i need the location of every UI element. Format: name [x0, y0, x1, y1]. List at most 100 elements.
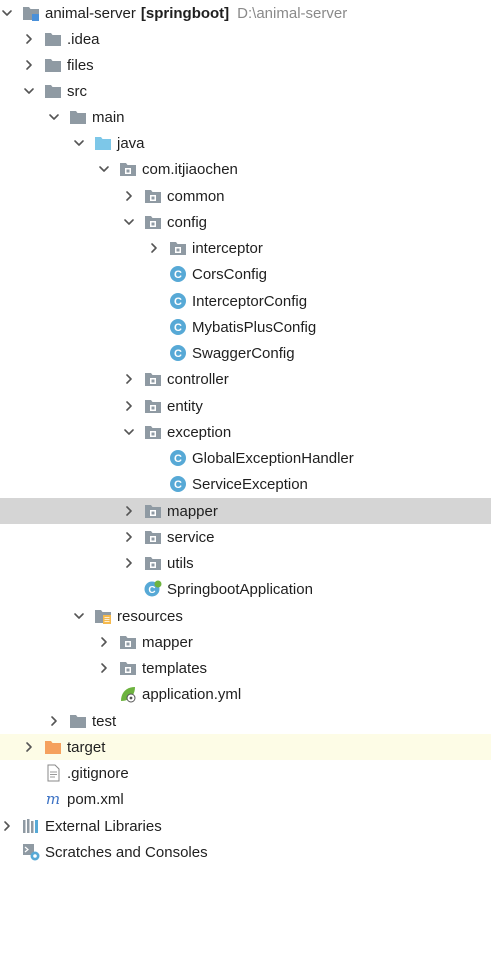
tree-item-label: InterceptorConfig [192, 292, 308, 310]
tree-row-cors-config[interactable]: CorsConfig [0, 261, 491, 287]
folder-icon [44, 56, 62, 74]
tree-item-label: MybatisPlusConfig [192, 318, 317, 336]
tree-item-label: SpringbootApplication [167, 580, 313, 598]
tree-row-utils[interactable]: utils [0, 550, 491, 576]
tree-row-test[interactable]: test [0, 708, 491, 734]
project-tree: animal-server [springboot] D:\animal-ser… [0, 0, 491, 963]
package-icon [144, 423, 162, 441]
chevron-down-icon[interactable] [47, 110, 61, 124]
tree-row-src[interactable]: src [0, 78, 491, 104]
tree-row-swagger-config[interactable]: SwaggerConfig [0, 340, 491, 366]
tree-row-entity[interactable]: entity [0, 393, 491, 419]
tree-item-label: main [92, 108, 125, 126]
chevron-right-icon[interactable] [122, 189, 136, 203]
tree-row-project-root[interactable]: animal-server [springboot] D:\animal-ser… [0, 0, 491, 26]
tree-item-label: entity [167, 397, 203, 415]
class-icon [169, 265, 187, 283]
tree-item-label: .idea [67, 30, 100, 48]
chevron-down-icon[interactable] [97, 162, 111, 176]
tree-row-exception[interactable]: exception [0, 419, 491, 445]
tree-row-gitignore[interactable]: .gitignore [0, 760, 491, 786]
libraries-icon [22, 817, 40, 835]
package-icon [119, 160, 137, 178]
chevron-right-icon[interactable] [47, 714, 61, 728]
tree-row-controller[interactable]: controller [0, 366, 491, 392]
folder-icon [69, 108, 87, 126]
resources-folder-icon [94, 607, 112, 625]
tree-row-service-exception[interactable]: ServiceException [0, 471, 491, 497]
chevron-down-icon[interactable] [72, 136, 86, 150]
tree-row-pom[interactable]: pom.xml [0, 786, 491, 812]
chevron-right-icon[interactable] [122, 504, 136, 518]
tree-item-label: pom.xml [67, 790, 124, 808]
tree-row-service[interactable]: service [0, 524, 491, 550]
chevron-right-icon[interactable] [122, 530, 136, 544]
tree-row-resources-mapper[interactable]: mapper [0, 629, 491, 655]
maven-icon [44, 790, 62, 808]
chevron-right-icon[interactable] [122, 556, 136, 570]
package-icon [144, 397, 162, 415]
tree-item-label: mapper [167, 502, 218, 520]
chevron-right-icon[interactable] [0, 819, 14, 833]
excluded-folder-icon [44, 738, 62, 756]
tree-row-springboot-application[interactable]: SpringbootApplication [0, 576, 491, 602]
tree-row-mybatis-config[interactable]: MybatisPlusConfig [0, 314, 491, 340]
chevron-right-icon[interactable] [97, 635, 111, 649]
tree-row-scratches[interactable]: Scratches and Consoles [0, 839, 491, 865]
chevron-right-icon[interactable] [22, 58, 36, 72]
chevron-right-icon[interactable] [22, 740, 36, 754]
chevron-down-icon[interactable] [0, 6, 14, 20]
spring-boot-class-icon [144, 580, 162, 598]
tree-item-label: CorsConfig [192, 265, 268, 283]
tree-row-idea[interactable]: .idea [0, 26, 491, 52]
package-icon [144, 213, 162, 231]
tree-row-common[interactable]: common [0, 183, 491, 209]
tree-row-external-libraries[interactable]: External Libraries [0, 813, 491, 839]
tree-item-label: controller [167, 370, 229, 388]
tree-row-templates[interactable]: templates [0, 655, 491, 681]
project-path: D:\animal-server [237, 4, 348, 22]
tree-item-label: target [67, 738, 106, 756]
tree-item-label: SwaggerConfig [192, 344, 295, 362]
class-icon [169, 475, 187, 493]
tree-row-resources[interactable]: resources [0, 603, 491, 629]
tree-item-label: utils [167, 554, 194, 572]
tree-row-files[interactable]: files [0, 52, 491, 78]
chevron-down-icon[interactable] [22, 84, 36, 98]
tree-row-target[interactable]: target [0, 734, 491, 760]
chevron-right-icon[interactable] [22, 32, 36, 46]
chevron-down-icon[interactable] [122, 215, 136, 229]
tree-row-application-yml[interactable]: application.yml [0, 681, 491, 707]
module-folder-icon [22, 4, 40, 22]
chevron-down-icon[interactable] [122, 425, 136, 439]
tree-item-label: application.yml [142, 685, 242, 703]
class-icon [169, 318, 187, 336]
chevron-right-icon[interactable] [122, 372, 136, 386]
package-icon [144, 554, 162, 572]
tree-item-label: interceptor [192, 239, 263, 257]
package-icon [144, 370, 162, 388]
chevron-right-icon[interactable] [97, 661, 111, 675]
source-folder-icon [94, 134, 112, 152]
tree-row-interceptor-config[interactable]: InterceptorConfig [0, 288, 491, 314]
tree-item-label: exception [167, 423, 232, 441]
tree-item-label: resources [117, 607, 183, 625]
chevron-right-icon[interactable] [122, 399, 136, 413]
tree-row-global-exception-handler[interactable]: GlobalExceptionHandler [0, 445, 491, 471]
tree-row-package[interactable]: com.itjiaochen [0, 156, 491, 182]
folder-icon [44, 82, 62, 100]
tree-row-java[interactable]: java [0, 130, 491, 156]
tree-row-mapper[interactable]: mapper [0, 498, 491, 524]
chevron-down-icon[interactable] [72, 609, 86, 623]
chevron-right-icon[interactable] [147, 241, 161, 255]
tree-item-label: common [167, 187, 225, 205]
tree-row-config[interactable]: config [0, 209, 491, 235]
text-file-icon [44, 764, 62, 782]
tree-item-label: test [92, 712, 117, 730]
tree-item-label: files [67, 56, 94, 74]
package-icon [169, 239, 187, 257]
tree-item-label: GlobalExceptionHandler [192, 449, 354, 467]
project-name: animal-server [45, 4, 136, 22]
tree-row-interceptor[interactable]: interceptor [0, 235, 491, 261]
tree-row-main[interactable]: main [0, 104, 491, 130]
